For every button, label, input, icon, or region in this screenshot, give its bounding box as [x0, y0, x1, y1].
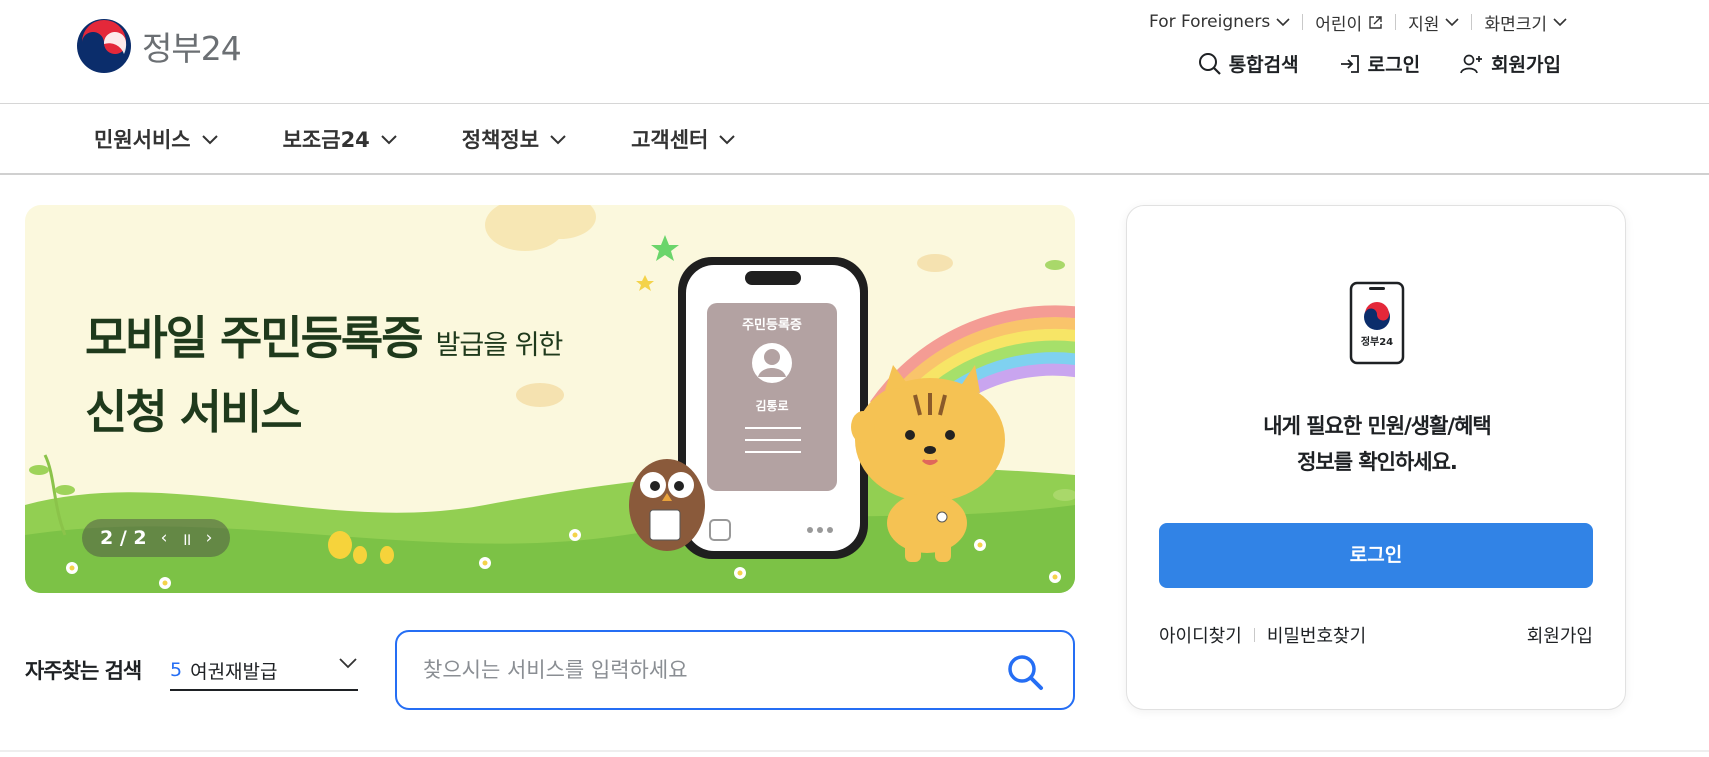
pause-button[interactable]: ॥	[181, 527, 191, 550]
taegeuk-logo-icon	[77, 19, 131, 73]
util-label: 지원	[1408, 14, 1440, 35]
login-message-line1: 내게 필요한 민원/생활/혜택	[1263, 414, 1491, 438]
screen-size-menu[interactable]: 화면크기	[1484, 10, 1567, 35]
chevron-down-icon	[381, 135, 397, 145]
nav-item-subsidy24[interactable]: 보조금24	[283, 124, 398, 154]
divider	[1395, 14, 1397, 30]
search-icon	[1198, 52, 1221, 75]
signup-link[interactable]: 회원가입	[1527, 622, 1593, 648]
next-slide-button[interactable]: ›	[206, 528, 213, 548]
chevron-down-icon	[1445, 18, 1460, 27]
main-banner[interactable]: 주민등록증 김통로 모바일 주민등록증 발급을 위한 신청 서비스 2 / 2 …	[25, 205, 1075, 593]
phone-label: 정부24	[1361, 335, 1393, 348]
nav-label: 고객센터	[631, 128, 709, 152]
chevron-down-icon	[1276, 18, 1290, 27]
prev-slide-button[interactable]: ‹	[161, 528, 168, 548]
nav-item-civil-service[interactable]: 민원서비스	[94, 124, 219, 154]
nav-item-customer-center[interactable]: 고객센터	[631, 124, 736, 154]
login-message-line2: 정보를 확인하세요.	[1297, 450, 1458, 474]
action-label: 통합검색	[1228, 54, 1299, 76]
banner-title-main: 모바일 주민등록증	[85, 311, 424, 365]
favorite-search-label: 자주찾는 검색	[25, 659, 142, 683]
divider	[1253, 628, 1255, 642]
search-icon[interactable]	[1005, 652, 1045, 692]
banner-title-sub: 발급을 위한	[435, 330, 564, 361]
divider	[0, 750, 1709, 752]
chevron-down-icon	[339, 658, 357, 669]
chevron-down-icon	[1553, 18, 1567, 27]
divider	[1471, 14, 1473, 30]
banner-controls: 2 / 2 ‹ ॥ ›	[82, 519, 230, 557]
nav-item-policy-info[interactable]: 정책정보	[462, 124, 567, 154]
user-add-icon	[1460, 54, 1483, 73]
chevron-down-icon	[201, 135, 218, 145]
service-search-box	[395, 630, 1075, 710]
site-header: 정부24 For Foreigners 어린이 지원 화면크기 통합검색 로그인…	[0, 0, 1709, 104]
banner-card-name: 김통로	[755, 398, 788, 413]
util-label: 화면크기	[1484, 14, 1547, 35]
find-password-link[interactable]: 비밀번호찾기	[1267, 622, 1366, 648]
nav-label: 민원서비스	[94, 128, 191, 152]
login-card: 정부24 내게 필요한 민원/생활/혜택 정보를 확인하세요. 로그인 아이디찾…	[1126, 205, 1626, 710]
banner-title-line1: 모바일 주민등록증 발급을 위한	[85, 305, 564, 379]
signup-link[interactable]: 회원가입	[1460, 50, 1561, 77]
top-actions: 통합검색 로그인 회원가입	[1198, 50, 1561, 77]
find-id-link[interactable]: 아이디찾기	[1159, 622, 1242, 648]
banner-title: 모바일 주민등록증 발급을 위한 신청 서비스	[85, 305, 564, 445]
kids-link[interactable]: 어린이	[1315, 10, 1383, 35]
utility-menu: For Foreigners 어린이 지원 화면크기	[1149, 10, 1567, 35]
for-foreigners-menu[interactable]: For Foreigners	[1149, 12, 1290, 32]
login-icon	[1340, 54, 1359, 73]
login-button[interactable]: 로그인	[1159, 523, 1593, 588]
banner-counter: 2 / 2	[100, 527, 147, 549]
action-label: 로그인	[1367, 54, 1421, 76]
chevron-down-icon	[550, 135, 566, 145]
support-menu[interactable]: 지원	[1408, 10, 1460, 35]
action-label: 회원가입	[1491, 54, 1561, 76]
login-message: 내게 필요한 민원/생활/혜택 정보를 확인하세요.	[1127, 408, 1627, 480]
site-logo[interactable]: 정부24	[76, 18, 242, 74]
integrated-search-button[interactable]: 통합검색	[1198, 50, 1299, 77]
favorite-search-select[interactable]: 5 여권재발급	[170, 651, 358, 691]
favorite-rank: 5	[170, 659, 183, 681]
favorite-term: 여권재발급	[190, 660, 278, 683]
util-label: 어린이	[1315, 14, 1363, 35]
logo-wordmark: 정부24	[142, 29, 242, 68]
main-navigation: 민원서비스 보조금24 정책정보 고객센터	[0, 104, 1709, 175]
chevron-down-icon	[719, 135, 736, 145]
gov24-app-icon: 정부24	[1349, 281, 1405, 365]
nav-label: 보조금24	[282, 128, 370, 152]
divider	[1302, 14, 1304, 30]
banner-title-line2: 신청 서비스	[85, 385, 303, 439]
banner-card-title: 주민등록증	[742, 317, 802, 333]
external-link-icon	[1369, 15, 1382, 29]
util-label: For Foreigners	[1149, 12, 1271, 32]
service-search-input[interactable]	[423, 650, 983, 690]
nav-label: 정책정보	[461, 128, 540, 152]
login-link[interactable]: 로그인	[1339, 50, 1420, 77]
account-links: 아이디찾기 비밀번호찾기 회원가입	[1159, 622, 1593, 648]
